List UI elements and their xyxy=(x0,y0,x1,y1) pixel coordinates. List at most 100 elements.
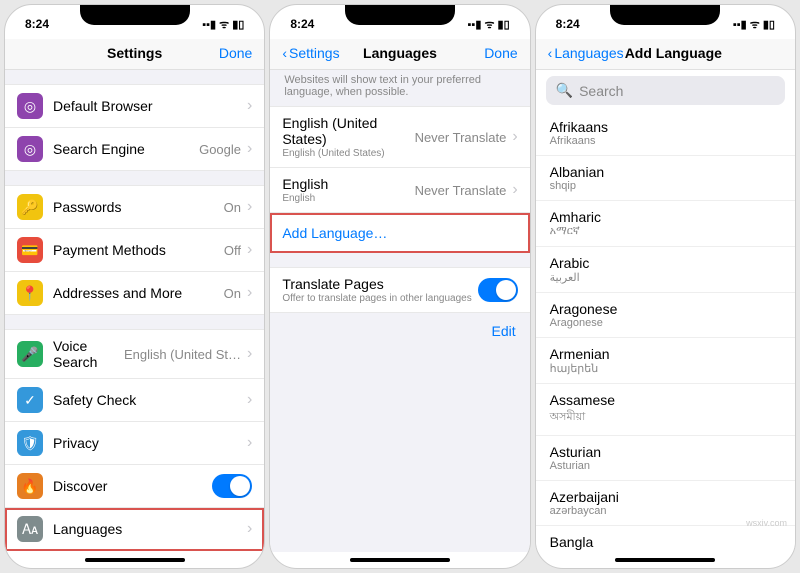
language-native: հայերեն xyxy=(550,362,781,375)
cell-label: Languages xyxy=(53,521,247,537)
settings-cell-safety-check[interactable]: ✓Safety Check› xyxy=(5,379,264,422)
language-option[interactable]: Armenianհայերեն xyxy=(536,338,795,384)
home-indicator[interactable] xyxy=(350,558,450,562)
settings-cell-default-browser[interactable]: ◎ Default Browser› xyxy=(5,84,264,128)
settings-cell-addresses-and-more[interactable]: 📍 Addresses and MoreOn › xyxy=(5,272,264,315)
language-option[interactable]: Assameseঅসমীয়া xyxy=(536,384,795,436)
add-language-button[interactable]: Add Language… xyxy=(270,213,529,253)
settings-cell-voice-search[interactable]: 🎤Voice SearchEnglish (United St…› xyxy=(5,329,264,379)
phone-settings: 8:24 ▪▪▮ ᯤ ▮▯ Settings Done ◎Default Bro… xyxy=(4,4,265,569)
language-option[interactable]: Albanianshqip xyxy=(536,156,795,201)
language-native: Asturian xyxy=(550,460,781,472)
language-name: Aragonese xyxy=(550,301,781,317)
language-sub: English (United States) xyxy=(282,148,414,159)
phone-languages: 8:24 ▪▪▮ ᯤ ▮▯ ‹ Settings Languages Done … xyxy=(269,4,530,569)
cell-label: Addresses and More xyxy=(53,285,224,301)
language-native: Afrikaans xyxy=(550,135,781,147)
back-button[interactable]: ‹ Languages xyxy=(548,45,624,61)
cell-icon: 💳 xyxy=(17,237,43,263)
language-native: አማርኛ xyxy=(550,225,781,238)
cell-label: Payment Methods xyxy=(53,242,224,258)
language-sub: English xyxy=(282,193,414,204)
status-time: 8:24 xyxy=(25,17,49,31)
back-label: Settings xyxy=(289,45,340,61)
language-name: Bangla xyxy=(550,534,781,550)
cell-icon: 🎤 xyxy=(17,341,43,367)
search-input[interactable]: 🔍 Search xyxy=(546,76,785,105)
page-title: Languages xyxy=(342,45,457,61)
status-indicators: ▪▪▮ ᯤ ▮▯ xyxy=(733,17,775,32)
languages-content[interactable]: Websites will show text in your preferre… xyxy=(270,70,529,552)
done-button[interactable]: Done xyxy=(192,45,252,61)
language-option[interactable]: Amharicአማርኛ xyxy=(536,201,795,247)
toggle[interactable] xyxy=(212,474,252,498)
language-native: shqip xyxy=(550,180,781,192)
chevron-right-icon: › xyxy=(247,434,252,452)
page-title: Add Language xyxy=(624,45,723,61)
language-option[interactable]: Arabicالعربية xyxy=(536,247,795,293)
language-cell[interactable]: EnglishEnglishNever Translate› xyxy=(270,168,529,213)
search-icon: 🔍 xyxy=(556,82,573,99)
status-indicators: ▪▪▮ ᯤ ▮▯ xyxy=(468,17,510,32)
language-option[interactable]: AsturianAsturian xyxy=(536,436,795,481)
back-label: Languages xyxy=(554,45,623,61)
cell-value: Google xyxy=(199,142,241,157)
chevron-right-icon: › xyxy=(247,198,252,216)
language-name: Amharic xyxy=(550,209,781,225)
search-placeholder: Search xyxy=(579,83,623,99)
navbar: Settings Done xyxy=(5,39,264,70)
navbar: ‹ Languages Add Language xyxy=(536,39,795,70)
language-name: Arabic xyxy=(550,255,781,271)
settings-cell-languages[interactable]: 🗛 Languages› xyxy=(5,508,264,551)
settings-cell-content-settings[interactable]: ⚙Content Settings› xyxy=(5,551,264,552)
section-hint: Websites will show text in your preferre… xyxy=(270,70,529,106)
language-option[interactable]: AragoneseAragonese xyxy=(536,293,795,338)
cell-icon: 🔑 xyxy=(17,194,43,220)
cell-label: Safety Check xyxy=(53,392,247,408)
language-label: English xyxy=(282,176,414,192)
settings-cell-payment-methods[interactable]: 💳Payment MethodsOff› xyxy=(5,229,264,272)
settings-cell-search-engine[interactable]: ◎Search EngineGoogle› xyxy=(5,128,264,171)
chevron-right-icon: › xyxy=(512,181,517,199)
translate-toggle[interactable] xyxy=(478,278,518,302)
translate-pages-cell[interactable]: Translate Pages Offer to translate pages… xyxy=(270,267,529,313)
edit-button[interactable]: Edit xyxy=(270,313,529,349)
language-name: Assamese xyxy=(550,392,781,408)
cell-label: Discover xyxy=(53,478,212,494)
settings-list[interactable]: ◎Default Browser›◎Search EngineGoogle›🔑P… xyxy=(5,70,264,552)
chevron-left-icon: ‹ xyxy=(282,45,287,61)
chevron-right-icon: › xyxy=(247,284,252,302)
language-native: azərbaycan xyxy=(550,505,781,517)
language-picker-list[interactable]: AfrikaansAfrikaansAlbanianshqipAmharicአማ… xyxy=(536,111,795,552)
settings-cell-privacy[interactable]: 🛡Privacy› xyxy=(5,422,264,465)
language-option[interactable]: Banglaবাংলা xyxy=(536,526,795,552)
cell-label: Default Browser xyxy=(53,98,247,114)
done-button[interactable]: Done xyxy=(458,45,518,61)
home-indicator[interactable] xyxy=(615,558,715,562)
cell-label: Voice Search xyxy=(53,338,124,370)
cell-label: Passwords xyxy=(53,199,224,215)
status-time: 8:24 xyxy=(556,17,580,31)
cell-value: On xyxy=(224,200,241,215)
chevron-right-icon: › xyxy=(247,520,252,538)
cell-icon: ✓ xyxy=(17,387,43,413)
settings-cell-passwords[interactable]: 🔑 PasswordsOn › xyxy=(5,185,264,229)
chevron-right-icon: › xyxy=(247,97,252,115)
settings-cell-discover[interactable]: 🔥 Discover xyxy=(5,465,264,508)
language-option[interactable]: AfrikaansAfrikaans xyxy=(536,111,795,156)
language-cell[interactable]: English (United States)English (United S… xyxy=(270,106,529,168)
phone-add-language: 8:24 ▪▪▮ ᯤ ▮▯ ‹ Languages Add Language 🔍… xyxy=(535,4,796,569)
cell-icon: ◎ xyxy=(17,93,43,119)
add-language-label: Add Language… xyxy=(282,225,387,241)
navbar: ‹ Settings Languages Done xyxy=(270,39,529,70)
chevron-right-icon: › xyxy=(247,345,252,363)
back-button[interactable]: ‹ Settings xyxy=(282,45,342,61)
cell-icon: 🔥 xyxy=(17,473,43,499)
home-indicator[interactable] xyxy=(85,558,185,562)
status-time: 8:24 xyxy=(290,17,314,31)
cell-value: On xyxy=(224,286,241,301)
cell-icon: 🗛 xyxy=(17,516,43,542)
cell-icon: 📍 xyxy=(17,280,43,306)
translate-setting: Never Translate xyxy=(415,130,507,145)
cell-icon: ◎ xyxy=(17,136,43,162)
